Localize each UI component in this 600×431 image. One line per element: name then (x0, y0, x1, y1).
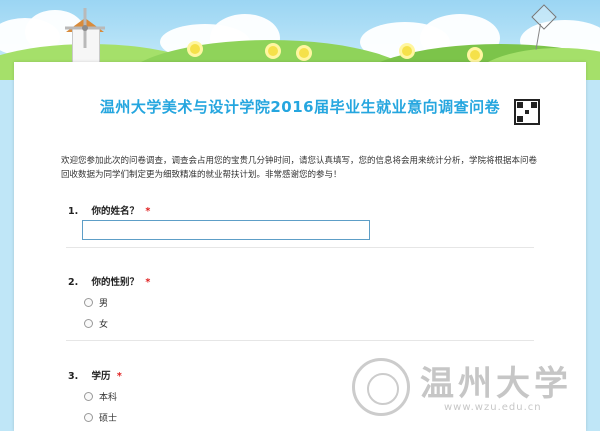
flower (190, 44, 200, 54)
flower (268, 46, 278, 56)
radio-button[interactable] (84, 413, 93, 422)
divider (66, 247, 534, 248)
question-number: 3. (68, 371, 79, 382)
required-mark: * (145, 277, 151, 288)
flower (470, 50, 480, 60)
option-label: 本科 (99, 393, 118, 403)
watermark: 温州大学 www.wzu.edu.cn (352, 356, 594, 428)
question-label: 你的姓名？ (91, 206, 140, 217)
radio-button[interactable] (84, 392, 93, 401)
university-seal-icon (352, 358, 410, 416)
windmill-blades-icon (65, 8, 105, 48)
question-label: 你的性别？ (91, 277, 140, 288)
option-label: 女 (99, 320, 109, 330)
gender-option-female[interactable]: 女 (84, 317, 108, 330)
name-input[interactable] (82, 220, 370, 240)
radio-button[interactable] (84, 319, 93, 328)
required-mark: * (145, 206, 151, 217)
flower (402, 46, 412, 56)
divider (66, 340, 534, 341)
option-label: 硕士 (99, 414, 118, 424)
option-label: 男 (99, 299, 109, 309)
required-mark: * (116, 371, 122, 382)
education-option-bachelor[interactable]: 本科 (84, 390, 117, 403)
gender-option-male[interactable]: 男 (84, 296, 108, 309)
survey-intro: 欢迎您参加此次的问卷调查，调查会占用您的宝贵几分钟时间，请您认真填写，您的信息将… (61, 156, 538, 180)
watermark-url: www.wzu.edu.cn (444, 402, 542, 413)
question-label: 学历 (91, 371, 111, 382)
qr-code-icon[interactable] (514, 99, 540, 125)
radio-button[interactable] (84, 298, 93, 307)
question-2: 2. 你的性别？ * (68, 274, 150, 288)
question-number: 2. (68, 277, 79, 288)
question-1: 1. 你的姓名？ * (68, 203, 150, 217)
question-3: 3. 学历 * (68, 368, 122, 382)
survey-title: 温州大学美术与设计学院2016届毕业生就业意向调查问卷 (99, 98, 501, 116)
education-option-master[interactable]: 硕士 (84, 411, 117, 424)
title-row: 温州大学美术与设计学院2016届毕业生就业意向调查问卷 (14, 96, 586, 117)
question-number: 1. (68, 206, 79, 217)
flower (299, 48, 309, 58)
watermark-text: 温州大学 (420, 364, 572, 404)
